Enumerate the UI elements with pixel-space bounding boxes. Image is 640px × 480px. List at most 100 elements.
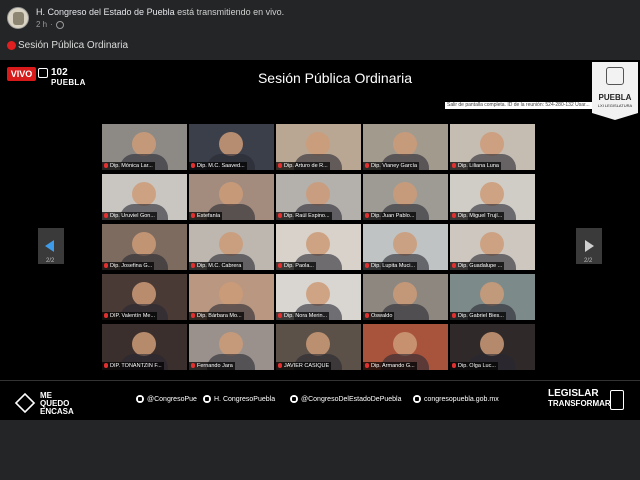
eye-icon [38,68,48,78]
participant-name: Dip. Guadalupe ... [450,262,505,270]
instagram-icon [290,395,298,403]
participant-name: Dip. Vianey García [363,162,420,170]
participant-tile[interactable]: Dip. M.C. Saaved... [189,124,274,170]
page-indicator-left: 2/2 [46,258,55,264]
muted-mic-icon [365,163,369,169]
participant-tile[interactable]: Dip. M.C. Cabrera [189,224,274,270]
muted-mic-icon [365,363,369,369]
exit-fullscreen-bar[interactable]: Salir de pantalla completa. ID de la reu… [445,102,592,109]
page-indicator-right: 2/2 [584,258,593,264]
muted-mic-icon [365,313,369,319]
participant-name-text: JAVIER CASIQUE [284,363,330,369]
post-meta: 2 h · [36,20,64,29]
participant-name: Dip. Josefina G... [102,262,155,270]
participant-tile[interactable]: Dip. Vianey García [363,124,448,170]
participant-name: Dip. Miguel Trují... [450,212,505,220]
muted-mic-icon [278,363,282,369]
emblem-subtitle: LXI LEGISLATURA [597,103,633,108]
participant-name: Dip. Paola... [276,262,316,270]
muted-mic-icon [278,313,282,319]
participant-tile[interactable]: Dip. Josefina G... [102,224,187,270]
muted-mic-icon [191,213,195,219]
participant-tile[interactable]: Dip. Gabriel Bies... [450,274,535,320]
muted-mic-icon [191,363,195,369]
house-icon [14,392,36,414]
participant-tile[interactable]: Dip. Lupita Muci... [363,224,448,270]
muted-mic-icon [365,263,369,269]
participant-name: Dip. Uruviel Gon... [102,212,157,220]
participant-name: DIP. Valentín Me... [102,312,158,320]
muted-mic-icon [278,163,282,169]
participant-name: Fernando Jara [189,362,235,370]
participant-tile[interactable]: Oswaldo [363,274,448,320]
participant-name: Dip. Nora Merin... [276,312,330,320]
participant-tile[interactable]: DIP. TONANTZIN F... [102,324,187,370]
participant-tile[interactable]: Dip. Miguel Trují... [450,174,535,220]
globe-icon [55,20,64,29]
congress-emblem: PUEBLA LXI LEGISLATURA [592,62,638,120]
twitter-handle: @CongresoPue [136,395,197,403]
participant-tile[interactable]: Dip. Arturo de R... [276,124,361,170]
red-circle-icon [7,41,16,50]
page-avatar[interactable] [7,7,29,29]
web-icon [413,395,421,403]
participant-name-text: Dip. Nora Merin... [284,313,328,319]
participant-tile[interactable]: Dip. Mónica Lar... [102,124,187,170]
participant-name: Dip. Olga Luc... [450,362,498,370]
muted-mic-icon [452,213,456,219]
facebook-text: H. CongresoPuebla [214,395,276,403]
participant-tile[interactable]: Dip. Armando G... [363,324,448,370]
participant-tile[interactable]: Estefanía [189,174,274,220]
participant-name-text: Dip. M.C. Saaved... [197,163,245,169]
participant-tile[interactable]: Fernando Jara [189,324,274,370]
participant-name-text: Oswaldo [371,313,393,319]
muted-mic-icon [452,263,456,269]
participant-tile[interactable]: Dip. Paola... [276,224,361,270]
participant-tile[interactable]: Dip. Liliana Luna [450,124,535,170]
muted-mic-icon [191,263,195,269]
participant-tile[interactable]: Dip. Juan Pablo... [363,174,448,220]
participant-tile[interactable]: Dip. Uruviel Gon... [102,174,187,220]
congress-seal-icon [606,67,624,85]
participant-tile[interactable]: Dip. Bárbara Mo... [189,274,274,320]
participant-tile[interactable]: DIP. Valentín Me... [102,274,187,320]
participant-name-text: Dip. Lupita Muci... [371,263,416,269]
participant-name-text: Dip. M.C. Cabrera [197,263,242,269]
muted-mic-icon [452,163,456,169]
participant-name-text: Dip. Gabriel Bies... [458,313,504,319]
participant-name-text: Fernando Jara [197,363,233,369]
participant-name-text: Dip. Juan Pablo... [371,213,415,219]
participant-tile[interactable]: Dip. Guadalupe ... [450,224,535,270]
live-video-player[interactable]: VIVO 102 PUEBLA Sesión Pública Ordinaria… [0,60,640,420]
muted-mic-icon [191,313,195,319]
slogan-line-2: TRANSFORMAR [548,399,611,408]
legislature-mark-icon [610,390,624,410]
participant-name: Oswaldo [363,312,395,320]
footer-divider [0,380,640,381]
post-bottom-area [0,420,640,480]
facebook-post-header: H. Congreso del Estado de Puebla está tr… [0,0,640,60]
participant-tile[interactable]: Dip. Raúl Espino... [276,174,361,220]
participant-name: Dip. Lupita Muci... [363,262,418,270]
post-timestamp[interactable]: 2 h [36,20,47,29]
muted-mic-icon [104,213,108,219]
participant-tile[interactable]: Dip. Nora Merin... [276,274,361,320]
twitter-text: @CongresoPue [147,395,197,403]
page-name-link[interactable]: H. Congreso del Estado de Puebla [36,7,175,17]
muted-mic-icon [278,213,282,219]
participant-name-text: Dip. Guadalupe ... [458,263,503,269]
website-link: congresopuebla.gob.mx [413,395,499,403]
muted-mic-icon [452,363,456,369]
participant-tile[interactable]: JAVIER CASIQUE [276,324,361,370]
participant-tile[interactable]: Dip. Olga Luc... [450,324,535,370]
facebook-handle: H. CongresoPuebla [203,395,275,403]
facebook-icon [203,395,211,403]
broadcaster-logo: 102 PUEBLA [38,65,104,89]
participant-name: Dip. Arturo de R... [276,162,330,170]
muted-mic-icon [104,163,108,169]
campaign-line-3: ENCASA [40,407,74,416]
participant-name-text: Dip. Olga Luc... [458,363,496,369]
participant-name: Estefanía [189,212,223,220]
arrow-left-icon [45,240,54,252]
instagram-handle: @CongresoDelEstadoDePuebla [290,395,402,403]
